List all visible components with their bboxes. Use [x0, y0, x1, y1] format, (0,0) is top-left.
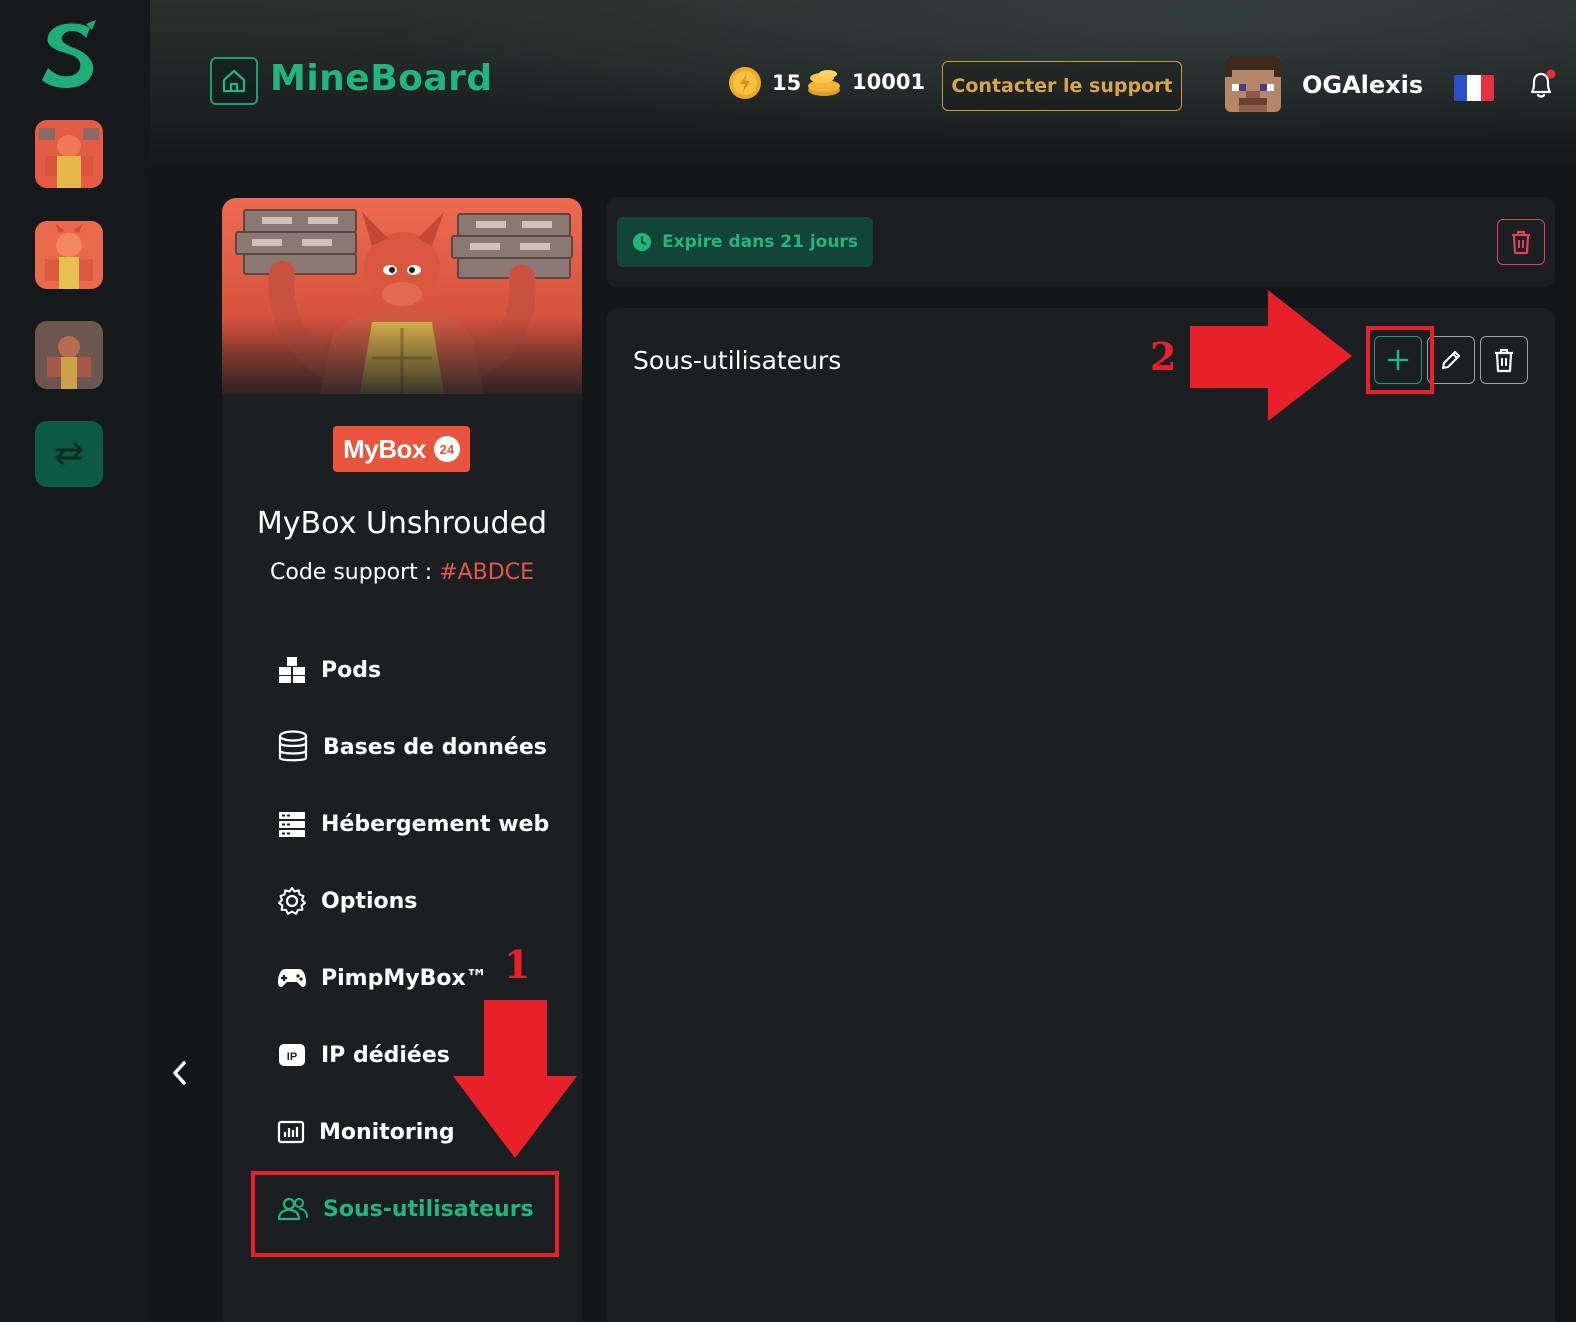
home-icon [222, 69, 246, 93]
support-code: Code support : #ABDCE [270, 560, 534, 585]
chart-icon [277, 1120, 305, 1144]
server-thumb-2[interactable] [35, 221, 103, 289]
chevron-left-icon [173, 1061, 186, 1085]
trash-icon [1512, 230, 1530, 255]
server-thumb-1[interactable] [35, 120, 103, 188]
ip-icon: IP [279, 1044, 305, 1066]
gamepad-icon [278, 969, 306, 987]
server-thumb-3[interactable] [35, 321, 103, 389]
coin-icon [729, 67, 761, 99]
mybox-logo: MyBox 24 [333, 426, 470, 472]
menu-item-pods[interactable]: Pods [277, 648, 381, 692]
credits-balance: 10001 [806, 66, 925, 98]
avatar[interactable] [1225, 56, 1281, 112]
menu-item-databases[interactable]: Bases de données [277, 725, 547, 769]
collapse-sidebar-button[interactable] [165, 1055, 193, 1091]
server-icon [279, 812, 305, 837]
username[interactable]: OGAlexis [1302, 71, 1423, 99]
menu-item-web-hosting[interactable]: Hébergement web [277, 802, 549, 846]
left-rail [0, 0, 150, 1322]
annotation-box-step-1 [251, 1171, 559, 1257]
delete-server-button[interactable] [1497, 219, 1545, 265]
sub-users-card: Sous-utilisateurs [606, 308, 1555, 1322]
database-icon [278, 730, 308, 762]
pods-icon [279, 657, 305, 683]
menu-item-dedicated-ip[interactable]: IP IP dédiées [277, 1033, 450, 1077]
credits-count: 10001 [852, 70, 926, 94]
svg-text:IP: IP [287, 1051, 297, 1063]
bell-icon [1530, 69, 1556, 98]
gear-icon [278, 887, 306, 915]
menu-item-options[interactable]: Options [277, 879, 417, 923]
brand-title[interactable]: MineBoard [270, 58, 493, 99]
home-button[interactable] [210, 57, 258, 105]
expiry-badge: Expire dans 21 jours [617, 217, 873, 267]
status-card: Expire dans 21 jours [606, 197, 1555, 287]
pencil-icon [1442, 351, 1460, 369]
annotation-arrow-right-icon [1190, 290, 1352, 421]
server-name: MyBox Unshrouded [256, 506, 548, 541]
coins-balance: 15 [728, 66, 801, 100]
coin-stack-icon [808, 70, 840, 96]
top-header: MineBoard 15 10001 Contacter le support [150, 0, 1576, 180]
annotation-number-1: 1 [504, 942, 531, 987]
coins-count: 15 [772, 71, 802, 95]
menu-item-pimpmybox[interactable]: PimpMyBox™ [277, 956, 488, 1000]
dragon-logo-icon[interactable] [38, 18, 102, 92]
switch-account-button[interactable] [35, 421, 103, 487]
annotation-box-step-2 [1366, 326, 1434, 394]
menu-item-monitoring[interactable]: Monitoring [277, 1110, 455, 1154]
contact-support-button[interactable]: Contacter le support [942, 61, 1182, 111]
support-code-value: #ABDCE [439, 560, 534, 585]
delete-sub-user-button[interactable] [1480, 336, 1528, 384]
trash-icon [1495, 348, 1513, 373]
clock-icon [633, 233, 652, 251]
annotation-number-2: 2 [1150, 334, 1177, 379]
edit-sub-user-button[interactable] [1427, 336, 1475, 384]
french-flag-icon[interactable] [1454, 75, 1494, 101]
annotation-arrow-down-icon [453, 1000, 577, 1158]
notifications-button[interactable] [1524, 68, 1558, 102]
swap-arrows-icon [55, 442, 83, 466]
page-title: Sous-utilisateurs [633, 346, 842, 375]
